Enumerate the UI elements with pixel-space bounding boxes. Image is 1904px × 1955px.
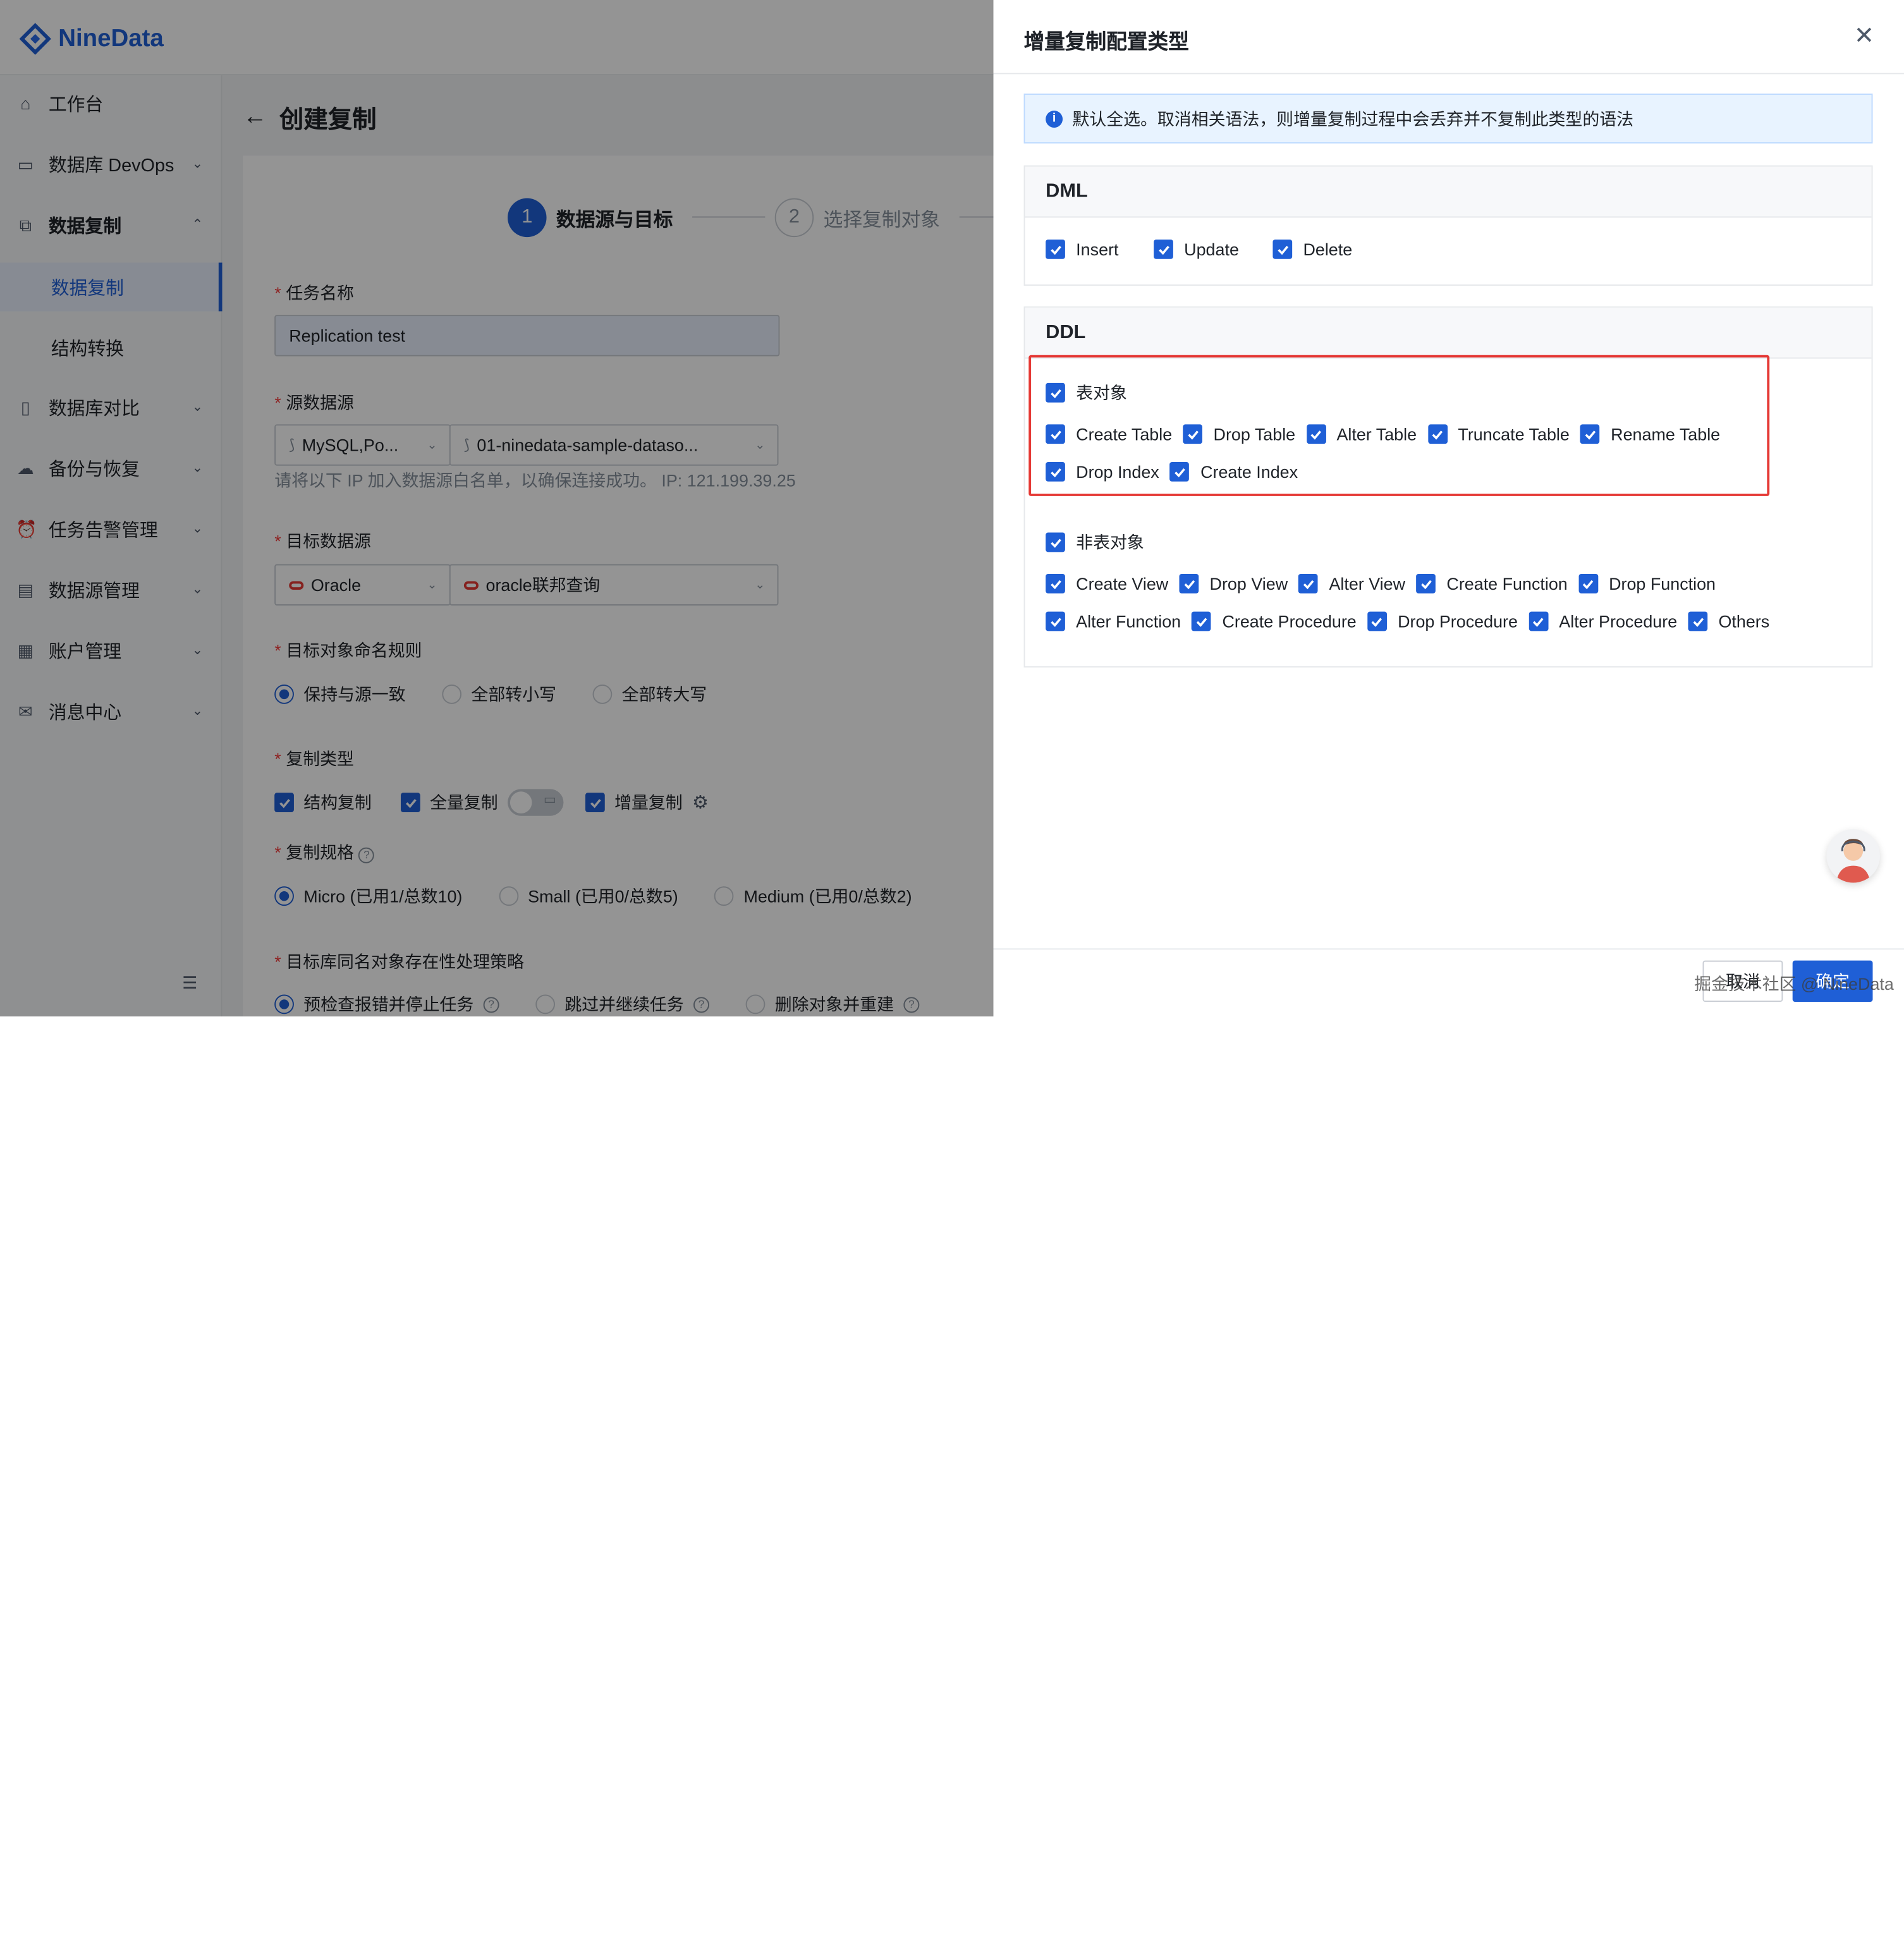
ddl-nontable-items-row2: Alter Function Create Procedure Drop Pro… [1046,611,1780,631]
checkbox-checked[interactable] [1154,239,1173,259]
dml-update-checkbox[interactable]: Update [1154,239,1239,259]
checkbox-label: Drop Procedure [1398,611,1518,631]
checkbox-checked[interactable] [1272,239,1293,259]
ddl-table-items-row2: Drop Index Create Index [1046,461,1309,482]
checkbox-checked[interactable] [1046,424,1065,444]
checkbox-checked[interactable] [1298,573,1319,594]
checkbox-label: Rename Table [1611,424,1721,444]
checkbox-checked[interactable] [1183,424,1203,444]
checkbox-checked[interactable] [1688,611,1708,631]
dml-delete-checkbox[interactable]: Delete [1272,239,1353,259]
checkbox-checked[interactable] [1306,424,1326,444]
checkbox-checked[interactable] [1046,532,1065,552]
checkbox-label: Create View [1076,573,1169,594]
checkbox-label: Update [1184,239,1239,259]
checkbox-checked[interactable] [1046,382,1065,403]
checkbox-label: 表对象 [1076,382,1127,403]
checkbox-label: Alter View [1329,573,1406,594]
ddl-table-items-row1: Create Table Drop Table Alter Table Trun… [1046,424,1731,444]
checkbox-label: Others [1718,611,1770,631]
drawer-title: 增量复制配置类型 [1023,30,1189,54]
ddl-nontable-group-checkbox[interactable]: 非表对象 [1046,530,1144,554]
alert-text: 默认全选。取消相关语法，则增量复制过程中会丢弃并不复制此类型的语法 [1072,109,1634,128]
info-alert: i 默认全选。取消相关语法，则增量复制过程中会丢弃并不复制此类型的语法 [1023,94,1873,143]
checkbox-checked[interactable] [1170,461,1190,482]
checkbox-checked[interactable] [1580,424,1600,444]
checkbox-checked[interactable] [1416,573,1436,594]
watermark-text: 掘金技术社区 @ NineData [1694,973,1894,994]
checkbox-label: Drop Index [1076,461,1159,482]
checkbox-checked[interactable] [1529,611,1548,631]
dml-title: DML [1025,166,1872,218]
drawer-header-divider [993,73,1904,75]
dml-insert-checkbox[interactable]: Insert [1046,239,1119,259]
info-icon: i [1046,110,1063,128]
checkbox-checked[interactable] [1046,573,1065,594]
close-icon[interactable]: ✕ [1852,24,1876,48]
ddl-title: DDL [1025,307,1872,359]
checkbox-label: Alter Function [1076,611,1181,631]
checkbox-label: Alter Procedure [1559,611,1678,631]
checkbox-checked[interactable] [1046,461,1065,482]
checkbox-label: Truncate Table [1458,424,1570,444]
dml-card: DML [1023,165,1873,286]
modal-overlay[interactable] [0,0,994,1017]
checkbox-label: Insert [1076,239,1119,259]
checkbox-label: Alter Table [1336,424,1417,444]
checkbox-label: Create Index [1200,461,1298,482]
checkbox-label: 非表对象 [1076,532,1144,552]
checkbox-label: Create Function [1446,573,1568,594]
ddl-nontable-items-row1: Create View Drop View Alter View Create … [1046,573,1726,594]
checkbox-label: Delete [1303,239,1353,259]
checkbox-checked[interactable] [1046,239,1065,259]
checkbox-label: Create Table [1076,424,1173,444]
checkbox-checked[interactable] [1179,573,1199,594]
checkbox-checked[interactable] [1046,611,1065,631]
checkbox-checked[interactable] [1192,611,1212,631]
support-avatar[interactable] [1826,829,1881,883]
checkbox-label: Drop Table [1213,424,1296,444]
ddl-table-group-checkbox[interactable]: 表对象 [1046,381,1127,405]
checkbox-label: Drop Function [1609,573,1716,594]
checkbox-checked[interactable] [1427,424,1448,444]
customer-service-icon [1836,839,1870,883]
checkbox-label: Create Procedure [1222,611,1357,631]
checkbox-label: Drop View [1209,573,1288,594]
checkbox-checked[interactable] [1578,573,1598,594]
checkbox-checked[interactable] [1367,611,1387,631]
